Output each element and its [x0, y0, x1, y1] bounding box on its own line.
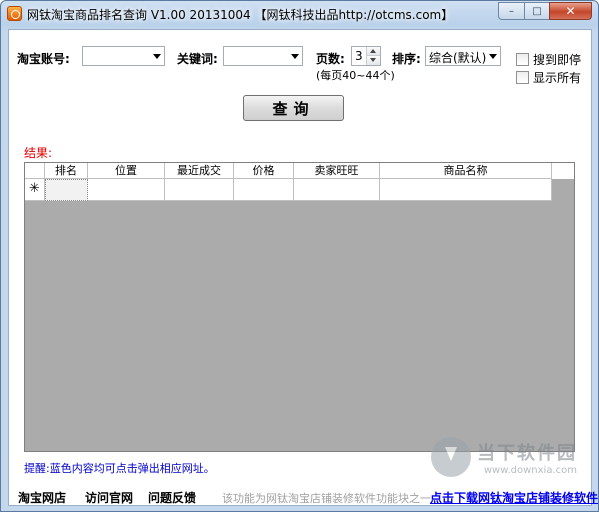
grid-header: 排名 位置 最近成交 价格 卖家旺旺 商品名称 [25, 163, 574, 179]
stepper-up-icon[interactable] [367, 47, 380, 56]
grid-corner [25, 163, 45, 179]
column-header-seller[interactable]: 卖家旺旺 [294, 163, 380, 179]
official-site-link[interactable]: 访问官网 [85, 489, 133, 506]
chevron-down-icon [153, 54, 161, 59]
new-row-icon: ✳ [25, 179, 45, 201]
title-bar[interactable]: 网钛淘宝商品排名查询 V1.00 20131004 【网钛科技出品http://… [1, 1, 598, 27]
keyword-label: 关键词: [177, 52, 218, 66]
query-button[interactable]: 查询 [243, 95, 344, 121]
watermark-text: 当下软件园 www.downxia.com [477, 439, 577, 476]
stop-when-found-label: 搜到即停 [533, 53, 582, 67]
maximize-button[interactable]: □ [524, 2, 549, 20]
footer-note: 该功能为网钛淘宝店铺装修软件功能块之一 [222, 492, 431, 505]
sort-value: 综合(默认) [429, 51, 487, 65]
column-header-product-name[interactable]: 商品名称 [380, 163, 552, 179]
show-all-label: 显示所有 [533, 71, 582, 85]
sort-select[interactable]: 综合(默认) [425, 46, 501, 66]
window-controls: – □ ✕ [498, 2, 592, 20]
download-arrow-icon [431, 437, 471, 477]
checkbox-box[interactable] [516, 53, 529, 66]
feedback-link[interactable]: 问题反馈 [148, 489, 196, 506]
watermark: 当下软件园 www.downxia.com [431, 437, 577, 477]
keyword-combo[interactable] [223, 46, 303, 66]
table-row[interactable]: ✳ [25, 179, 574, 201]
window-title: 网钛淘宝商品排名查询 V1.00 20131004 【网钛科技出品http://… [27, 8, 454, 22]
stepper-down-icon[interactable] [367, 56, 380, 65]
sort-label: 排序: [392, 52, 421, 66]
table-cell[interactable] [380, 179, 552, 201]
pages-value: 3 [355, 49, 363, 63]
app-icon [7, 6, 22, 21]
pages-stepper[interactable]: 3 [351, 46, 381, 66]
column-header-rank[interactable]: 排名 [45, 163, 88, 179]
stop-when-found-checkbox[interactable]: 搜到即停 [516, 51, 581, 68]
table-cell[interactable] [165, 179, 234, 201]
watermark-url: www.downxia.com [483, 464, 577, 476]
account-label: 淘宝账号: [17, 52, 70, 66]
client-area: 淘宝账号: 关键词: 页数: 3 (每页40~44个) 排序: 综合(默认) 搜… [8, 29, 598, 506]
chevron-down-icon [489, 54, 497, 59]
column-header-recent-sales[interactable]: 最近成交 [165, 163, 234, 179]
results-label: 结果: [24, 146, 53, 160]
column-header-position[interactable]: 位置 [88, 163, 165, 179]
table-cell[interactable] [45, 179, 88, 201]
pages-hint: (每页40~44个) [316, 69, 395, 82]
table-cell[interactable] [234, 179, 294, 201]
download-link[interactable]: 点击下载网钛淘宝店铺装修软件 [430, 489, 598, 506]
show-all-checkbox[interactable]: 显示所有 [516, 69, 581, 86]
tip-text[interactable]: 提醒:蓝色内容均可点击弹出相应网址。 [24, 460, 215, 476]
column-header-price[interactable]: 价格 [234, 163, 294, 179]
account-combo[interactable] [82, 46, 165, 66]
table-cell[interactable] [88, 179, 165, 201]
results-grid[interactable]: 排名 位置 最近成交 价格 卖家旺旺 商品名称 ✳ [24, 162, 575, 452]
checkbox-box[interactable] [516, 71, 529, 84]
close-button[interactable]: ✕ [549, 2, 592, 20]
app-window: 网钛淘宝商品排名查询 V1.00 20131004 【网钛科技出品http://… [0, 0, 599, 512]
stepper-buttons [366, 47, 380, 65]
chevron-down-icon [291, 54, 299, 59]
minimize-button[interactable]: – [498, 2, 524, 20]
taobao-shop-link[interactable]: 淘宝网店 [18, 489, 66, 506]
pages-label: 页数: [316, 52, 345, 66]
watermark-title: 当下软件园 [477, 442, 577, 464]
table-cell[interactable] [294, 179, 380, 201]
